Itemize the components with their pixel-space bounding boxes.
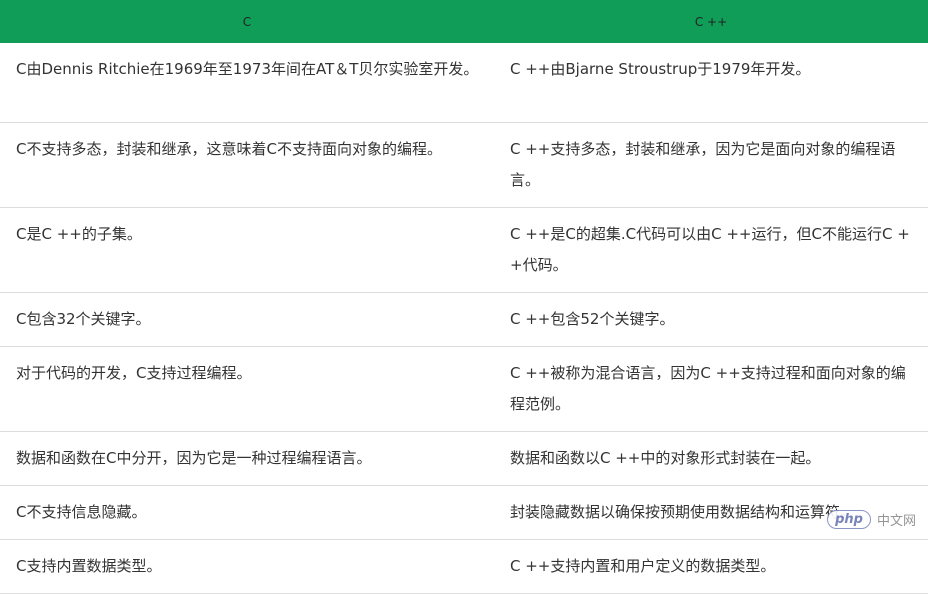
header-row: C C ++ — [0, 0, 928, 43]
header-cell-c: C — [0, 0, 494, 43]
cell-c: 数据和函数在C中分开，因为它是一种过程编程语言。 — [0, 431, 494, 486]
cell-c: C不支持信息隐藏。 — [0, 485, 494, 540]
cell-cpp: C ++包含52个关键字。 — [494, 292, 928, 347]
site-watermark: php 中文网 — [827, 510, 916, 529]
table-row: C不支持信息隐藏。 封装隐藏数据以确保按预期使用数据结构和运算符。 — [0, 485, 928, 540]
table-row: C不支持多态，封装和继承，这意味着C不支持面向对象的编程。 C ++支持多态，封… — [0, 122, 928, 208]
table-header: C C ++ — [0, 0, 928, 43]
table-row: 数据和函数在C中分开，因为它是一种过程编程语言。 数据和函数以C ++中的对象形… — [0, 431, 928, 486]
cell-cpp: C ++被称为混合语言，因为C ++支持过程和面向对象的编程范例。 — [494, 346, 928, 432]
table-body: C由Dennis Ritchie在1969年至1973年间在AT＆T贝尔实验室开… — [0, 43, 928, 594]
table-row: C支持内置数据类型。 C ++支持内置和用户定义的数据类型。 — [0, 539, 928, 594]
cell-c: C包含32个关键字。 — [0, 292, 494, 347]
cell-c: C是C ++的子集。 — [0, 207, 494, 293]
cell-cpp: C ++由Bjarne Stroustrup于1979年开发。 — [494, 43, 928, 123]
comparison-table: C C ++ C由Dennis Ritchie在1969年至1973年间在AT＆… — [0, 0, 928, 594]
php-logo: php — [827, 510, 871, 529]
table-row: 对于代码的开发，C支持过程编程。 C ++被称为混合语言，因为C ++支持过程和… — [0, 346, 928, 432]
cell-cpp: C ++支持内置和用户定义的数据类型。 — [494, 539, 928, 594]
table-row: C由Dennis Ritchie在1969年至1973年间在AT＆T贝尔实验室开… — [0, 43, 928, 123]
cell-c: C不支持多态，封装和继承，这意味着C不支持面向对象的编程。 — [0, 122, 494, 208]
cell-c: C由Dennis Ritchie在1969年至1973年间在AT＆T贝尔实验室开… — [0, 43, 494, 123]
cell-c: C支持内置数据类型。 — [0, 539, 494, 594]
cell-cpp: 数据和函数以C ++中的对象形式封装在一起。 — [494, 431, 928, 486]
cell-cpp: C ++支持多态，封装和继承，因为它是面向对象的编程语言。 — [494, 122, 928, 208]
table-row: C是C ++的子集。 C ++是C的超集.C代码可以由C ++运行，但C不能运行… — [0, 207, 928, 293]
watermark-text: 中文网 — [876, 514, 916, 529]
table-row: C包含32个关键字。 C ++包含52个关键字。 — [0, 292, 928, 347]
cell-c: 对于代码的开发，C支持过程编程。 — [0, 346, 494, 432]
cell-cpp: C ++是C的超集.C代码可以由C ++运行，但C不能运行C ++代码。 — [494, 207, 928, 293]
header-cell-cpp: C ++ — [494, 0, 928, 43]
